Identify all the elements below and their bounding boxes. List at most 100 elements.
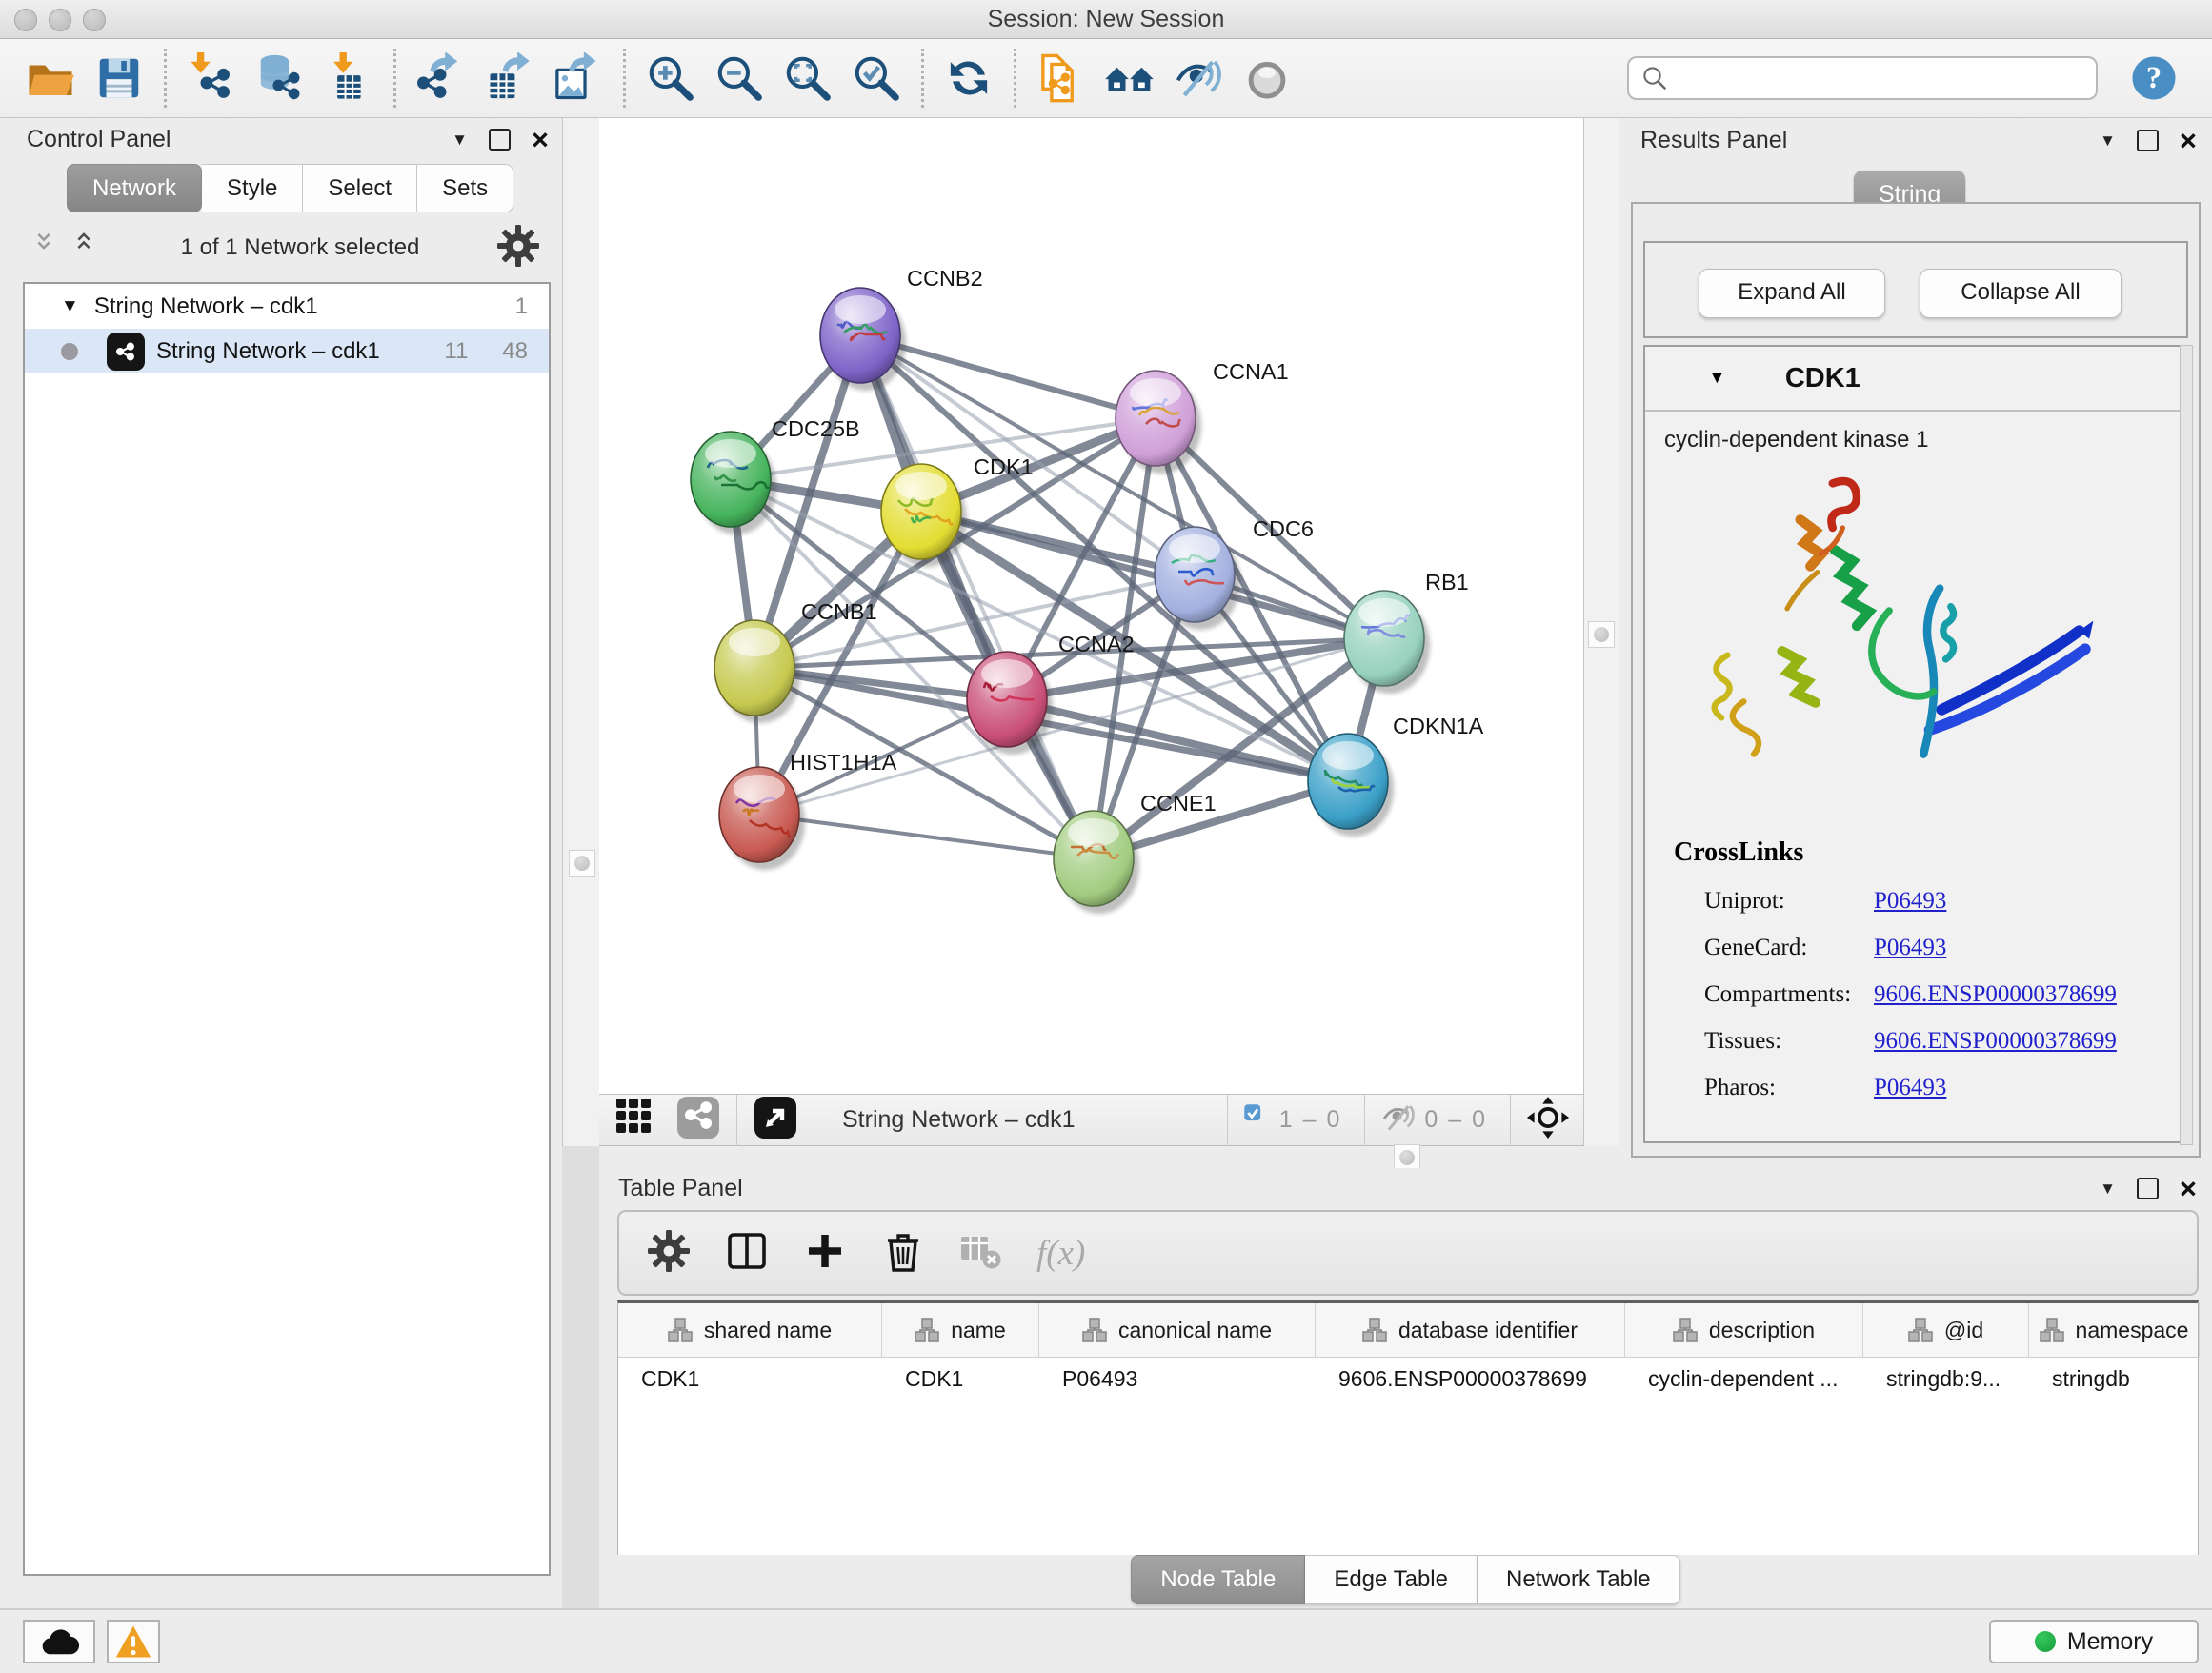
expand-all-button[interactable]: Expand All xyxy=(1699,269,1885,318)
edge-CCNE1-HIST1H1A[interactable] xyxy=(759,815,1094,858)
cloud-button[interactable] xyxy=(23,1620,95,1663)
network-collection-row[interactable]: ▼ String Network – cdk1 1 xyxy=(25,284,549,329)
node-CCNA1[interactable]: CCNA1 xyxy=(1116,359,1289,474)
add-column-icon[interactable] xyxy=(802,1228,848,1279)
minimize-window-button[interactable] xyxy=(49,9,71,31)
bottom-divider-collapse-knob[interactable] xyxy=(1394,1144,1420,1171)
results-panel-close-icon[interactable]: × xyxy=(2180,131,2197,151)
save-session-button[interactable] xyxy=(88,47,151,110)
table-panel-maximize-icon[interactable] xyxy=(2137,1178,2159,1199)
show-column-icon[interactable] xyxy=(724,1228,770,1279)
table-tabs-strip: Node TableEdge TableNetwork Table xyxy=(599,1555,2212,1608)
search-icon xyxy=(1640,64,1669,92)
collapse-all-button[interactable]: Collapse All xyxy=(1920,269,2122,318)
refresh-button[interactable] xyxy=(937,47,1000,110)
column-header-namespace[interactable]: namespace xyxy=(2029,1303,2200,1357)
help-button[interactable]: ? xyxy=(2122,47,2185,110)
table-row[interactable]: CDK1CDK1P064939606.ENSP00000378699cyclin… xyxy=(618,1358,2198,1400)
collapse-all-networks-icon[interactable] xyxy=(72,230,105,267)
network-canvas[interactable]: CCNB2 CCNA1 CDC25B CDK1 CDC6 xyxy=(599,118,1583,1094)
search-input[interactable] xyxy=(1669,64,2096,92)
delete-column-trash-icon[interactable] xyxy=(880,1228,926,1279)
crosslink-value-link[interactable]: P06493 xyxy=(1874,935,1946,961)
tab-sets[interactable]: Sets xyxy=(417,164,513,212)
results-scrollbar[interactable] xyxy=(2180,345,2193,1145)
export-table-button[interactable] xyxy=(478,47,541,110)
expand-all-networks-icon[interactable] xyxy=(32,230,65,267)
function-builder-icon: f(x) xyxy=(1036,1233,1085,1274)
zoom-in-button[interactable] xyxy=(639,47,702,110)
table-settings-gear-icon[interactable] xyxy=(646,1228,692,1279)
memory-button[interactable]: Memory xyxy=(1989,1620,2199,1663)
control-panel-maximize-icon[interactable] xyxy=(489,129,511,151)
crosslinks-section: CrossLinks Uniprot: P06493GeneCard: P064… xyxy=(1674,837,2117,1101)
table-panel-close-icon[interactable]: × xyxy=(2180,1179,2197,1199)
tab-network-table[interactable]: Network Table xyxy=(1478,1555,1680,1604)
warning-button[interactable] xyxy=(107,1620,160,1663)
tab-style[interactable]: Style xyxy=(202,164,303,212)
table-cell[interactable]: 9606.ENSP00000378699 xyxy=(1316,1366,1625,1392)
column-header-databaseidentifier[interactable]: database identifier xyxy=(1316,1303,1625,1357)
control-panel-float-icon[interactable]: ▼ xyxy=(452,131,468,150)
column-header-description[interactable]: description xyxy=(1625,1303,1863,1357)
hide-selected-button[interactable] xyxy=(1167,47,1230,110)
tab-edge-table[interactable]: Edge Table xyxy=(1305,1555,1478,1604)
right-divider-collapse-knob[interactable] xyxy=(1588,621,1615,648)
node-CDKN1A[interactable]: CDKN1A xyxy=(1308,714,1484,836)
zoom-out-button[interactable] xyxy=(708,47,771,110)
zoom-window-button[interactable] xyxy=(83,9,106,31)
table-panel: Table Panel ▼ × f(x) shared name name ca… xyxy=(599,1168,2212,1608)
node-HIST1H1A[interactable]: HIST1H1A xyxy=(719,750,897,870)
gene-collapse-icon[interactable]: ▼ xyxy=(1708,368,1726,389)
network-share-badge-icon[interactable] xyxy=(675,1095,721,1145)
column-header-sharedname[interactable]: shared name xyxy=(618,1303,882,1357)
table-cell[interactable]: stringdb:9... xyxy=(1863,1366,2029,1392)
crosslink-value-link[interactable]: P06493 xyxy=(1874,888,1946,915)
fit-content-crosshair-icon[interactable] xyxy=(1526,1096,1570,1144)
birds-eye-view-icon[interactable] xyxy=(753,1095,798,1145)
show-grid-icon[interactable] xyxy=(613,1095,658,1145)
node-RB1[interactable]: RB1 xyxy=(1344,570,1469,694)
import-table-button[interactable] xyxy=(317,47,380,110)
tab-network[interactable]: Network xyxy=(67,164,202,212)
column-header-id[interactable]: @id xyxy=(1863,1303,2029,1357)
network-options-gear-icon[interactable] xyxy=(495,223,541,273)
table-cell[interactable]: cyclin-dependent ... xyxy=(1625,1366,1863,1392)
show-all-button[interactable] xyxy=(1236,47,1298,110)
table-panel-float-icon[interactable]: ▼ xyxy=(2100,1179,2116,1199)
crosslink-value-link[interactable]: 9606.ENSP00000378699 xyxy=(1874,981,2117,1008)
left-panel-divider[interactable] xyxy=(562,118,601,1146)
network-row[interactable]: String Network – cdk1 11 48 xyxy=(25,329,549,373)
table-cell[interactable]: CDK1 xyxy=(618,1366,882,1392)
table-cell[interactable]: stringdb xyxy=(2029,1366,2200,1392)
network-graph[interactable]: CCNB2 CCNA1 CDC25B CDK1 CDC6 xyxy=(599,118,1583,1094)
collection-expand-icon[interactable]: ▼ xyxy=(61,296,79,317)
results-panel-maximize-icon[interactable] xyxy=(2137,130,2159,151)
selected-checkbox-icon[interactable] xyxy=(1243,1103,1272,1137)
table-cell[interactable]: P06493 xyxy=(1039,1366,1316,1392)
node-CCNE1[interactable]: CCNE1 xyxy=(1054,791,1217,914)
right-panel-divider[interactable] xyxy=(1583,118,1622,1146)
crosslink-value-link[interactable]: 9606.ENSP00000378699 xyxy=(1874,1028,2117,1055)
control-panel-close-icon[interactable]: × xyxy=(532,131,549,150)
search-box[interactable] xyxy=(1627,56,2098,100)
tab-select[interactable]: Select xyxy=(303,164,417,212)
table-cell[interactable]: CDK1 xyxy=(882,1366,1039,1392)
export-image-button[interactable] xyxy=(547,47,610,110)
open-session-button[interactable] xyxy=(19,47,82,110)
results-panel-float-icon[interactable]: ▼ xyxy=(2100,131,2116,151)
share-document-button[interactable] xyxy=(1030,47,1093,110)
home-networks-button[interactable] xyxy=(1098,47,1161,110)
import-database-button[interactable] xyxy=(249,47,312,110)
zoom-selected-button[interactable] xyxy=(845,47,908,110)
hidden-eye-slash-icon[interactable] xyxy=(1380,1099,1417,1140)
column-header-name[interactable]: name xyxy=(882,1303,1039,1357)
left-divider-collapse-knob[interactable] xyxy=(569,850,595,877)
tab-node-table[interactable]: Node Table xyxy=(1131,1555,1305,1604)
export-network-button[interactable] xyxy=(410,47,473,110)
close-window-button[interactable] xyxy=(14,9,37,31)
zoom-fit-button[interactable] xyxy=(776,47,839,110)
crosslink-value-link[interactable]: P06493 xyxy=(1874,1075,1946,1101)
import-network-button[interactable] xyxy=(180,47,243,110)
column-header-canonicalname[interactable]: canonical name xyxy=(1039,1303,1316,1357)
